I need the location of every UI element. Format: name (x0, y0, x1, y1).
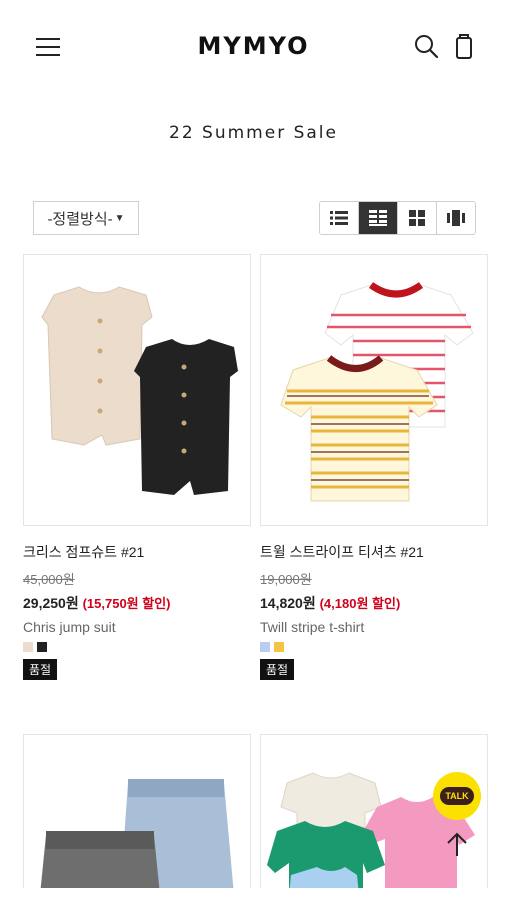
slide-view-icon[interactable] (437, 202, 475, 234)
sold-out-badge: 품절 (260, 659, 295, 680)
bottom-edge (0, 888, 507, 900)
original-price: 45,000원 (23, 572, 75, 587)
product-card[interactable]: 트윌 스트라이프 티셔츠 #21 19,000원 14,820원 (4,180원… (260, 254, 488, 680)
sale-price: 29,250원 (23, 595, 79, 611)
product-card[interactable]: 크리스 점프슈트 #21 45,000원 29,250원 (15,750원 할인… (23, 254, 251, 680)
product-image[interactable] (23, 734, 251, 894)
sort-label: -정렬방식- (47, 210, 113, 228)
talk-label: TALK (440, 787, 474, 805)
caret-down-icon: ▼ (114, 212, 125, 224)
color-swatch (274, 642, 284, 652)
color-swatches (23, 642, 251, 652)
color-swatch (37, 642, 47, 652)
shopping-bag-icon[interactable] (452, 32, 476, 60)
grid-4-view-icon[interactable] (398, 202, 437, 234)
discount-amount: (15,750원 할인) (82, 596, 171, 611)
discount-amount: (4,180원 할인) (319, 596, 401, 611)
product-name[interactable]: 트윌 스트라이프 티셔츠 #21 (260, 542, 488, 562)
header: MYMYO (0, 0, 507, 95)
original-price: 19,000원 (260, 572, 312, 587)
arrow-up-icon[interactable] (443, 830, 471, 858)
color-swatch (260, 642, 270, 652)
product-name[interactable]: 크리스 점프슈트 #21 (23, 542, 251, 562)
view-toggle-group (319, 201, 476, 235)
search-icon[interactable] (412, 32, 440, 60)
page-title: 22 Summer Sale (169, 123, 338, 143)
list-view-icon[interactable] (320, 202, 359, 234)
product-english-name: Chris jump suit (23, 619, 116, 635)
color-swatches (260, 642, 488, 652)
grid-2-view-icon[interactable] (359, 202, 398, 234)
product-image[interactable] (260, 254, 488, 526)
kakao-talk-button[interactable]: TALK (433, 772, 481, 820)
product-image[interactable] (23, 254, 251, 526)
sale-price: 14,820원 (260, 595, 316, 611)
sale-price-line: 14,820원 (4,180원 할인) (260, 593, 488, 613)
sale-price-line: 29,250원 (15,750원 할인) (23, 593, 251, 613)
color-swatch (23, 642, 33, 652)
sort-dropdown[interactable]: -정렬방식- ▼ (33, 201, 139, 235)
product-card[interactable] (23, 734, 251, 894)
product-english-name: Twill stripe t-shirt (260, 619, 365, 635)
sold-out-badge: 품절 (23, 659, 58, 680)
